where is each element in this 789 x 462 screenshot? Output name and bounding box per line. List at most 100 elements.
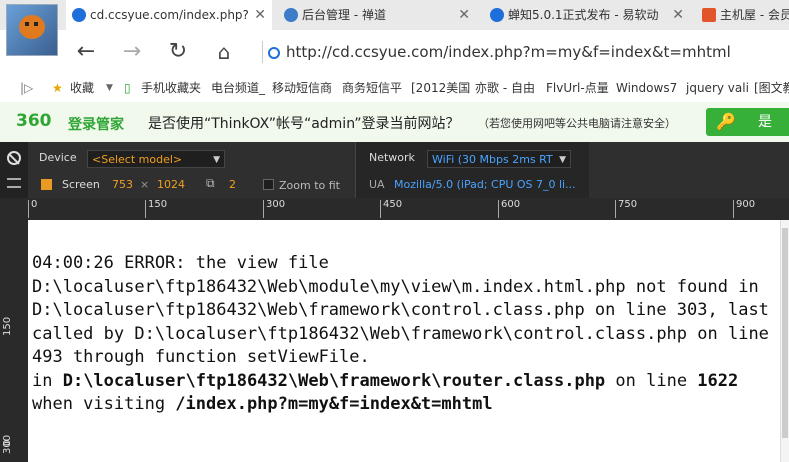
page-icon (268, 46, 280, 59)
yes-label: 是 (758, 114, 772, 130)
url-text: http://cd.ccsyue.com/index.php?m=my&f=in… (286, 43, 731, 61)
bookmark-item[interactable]: 亦歌 - 自由 (475, 74, 535, 102)
close-icon[interactable]: ✕ (672, 0, 684, 30)
tab-current[interactable]: cd.ccsyue.com/index.php? ✕ (66, 0, 272, 30)
bookmark-item[interactable]: 移动短信商 (272, 74, 332, 102)
sidebar-toggle-icon[interactable]: |▷ (20, 74, 33, 102)
disable-emulation-icon[interactable] (7, 151, 21, 165)
ruler-label: 750 (618, 199, 638, 210)
ruler-tick (733, 200, 734, 218)
device-select[interactable]: <Select model> ▼ (87, 150, 225, 168)
home-icon[interactable]: ⌂ (210, 38, 238, 66)
ruler-label: 0 (31, 199, 38, 210)
dpr-input[interactable]: 2 (229, 178, 236, 191)
screen-label: Screen (62, 178, 100, 191)
chevron-down-icon: ▼ (559, 155, 566, 165)
star-icon: ★ (52, 81, 63, 95)
screen-checkbox[interactable] (41, 179, 52, 190)
chevron-down-icon[interactable]: ▼ (106, 74, 113, 102)
ruler-label: 300 (2, 434, 13, 454)
error-line: D:\localuser\ftp186432\Web\module\my\vie… (32, 276, 759, 297)
logo-text: 登录管家 (68, 117, 124, 133)
error-file: D:\localuser\ftp186432\Web\framework\rou… (62, 370, 606, 391)
error-prefix: in (32, 370, 63, 391)
close-icon[interactable]: ✕ (458, 0, 470, 30)
network-select-value: WiFi (30 Mbps 2ms RT (432, 153, 553, 166)
refresh-icon[interactable]: ↻ (164, 38, 192, 66)
swap-dimensions-icon[interactable]: ⧉ (206, 176, 215, 191)
divider (262, 41, 263, 63)
times-sign: × (140, 178, 150, 191)
tab-label: 后台管理 - 禅道 (302, 8, 386, 22)
chevron-down-icon: ▼ (213, 155, 220, 165)
logo-360: 360 (16, 111, 52, 131)
bookmark-item[interactable]: [图文教 (754, 74, 789, 102)
ruler-tick (145, 200, 146, 218)
phone-icon: ▯ (124, 81, 131, 95)
scrollbar-thumb[interactable] (782, 228, 788, 438)
tab-chanzhi[interactable]: 蝉知5.0.1正式发布 - 易软动 ✕ (484, 0, 690, 30)
tab-label: 蝉知5.0.1正式发布 - 易软动 (508, 8, 659, 22)
tab-zhujiwu[interactable]: 主机屋 - 会员 (696, 0, 789, 30)
close-icon[interactable]: ✕ (254, 0, 266, 30)
error-line-number: 1622 (697, 370, 739, 391)
zoom-label: Zoom to fit (279, 179, 340, 192)
bookmark-item[interactable]: [2012美国 (411, 74, 470, 102)
height-input[interactable]: 1024 (157, 178, 185, 191)
bookmark-item[interactable]: 手机收藏夹 (141, 74, 201, 102)
network-label: Network (369, 151, 415, 164)
width-input[interactable]: 753 (112, 178, 133, 191)
home-site-icon (702, 8, 716, 22)
bookmarks-bar: |▷ ★ 收藏 ▼ ▯ 手机收藏夹 电台频道_ 移动短信商 商务短信平 [201… (0, 74, 789, 103)
back-icon[interactable]: ← (72, 38, 100, 66)
tab-label: 主机屋 - 会员 (720, 8, 789, 22)
login-question: 是否使用“ThinkOX”帐号“admin”登录当前网站？ (148, 116, 460, 132)
ruler-tick (615, 200, 616, 218)
ruler-left: 0 150 300 (0, 198, 28, 462)
ruler-label: 450 (383, 199, 403, 210)
device-label: Device (39, 151, 77, 164)
bookmark-item[interactable]: 商务短信平 (342, 74, 402, 102)
ruler-tick (28, 200, 29, 218)
ruler-label: 150 (2, 316, 13, 336)
toolbar-left (0, 142, 28, 198)
tab-label: cd.ccsyue.com/index.php? (90, 8, 249, 22)
ruler-tick (380, 200, 381, 218)
menu-icon[interactable] (7, 178, 21, 188)
zentao-icon (284, 8, 298, 22)
page-viewport: 04:00:26 ERROR: the view file D:\localus… (28, 220, 789, 462)
ruler-label: 600 (501, 199, 521, 210)
network-select[interactable]: WiFi (30 Mbps 2ms RT ▼ (427, 150, 571, 168)
error-mid: on line (605, 370, 698, 391)
bookmark-item[interactable]: FlvUrl-点量 (546, 74, 609, 102)
ruler-label: 900 (736, 199, 756, 210)
device-select-value: <Select model> (92, 153, 183, 166)
zoom-checkbox[interactable] (263, 179, 274, 190)
ruler-tick (498, 200, 499, 218)
ruler-label: 150 (148, 199, 168, 210)
scrollbar[interactable] (780, 220, 789, 462)
bookmark-favorites[interactable]: 收藏 (70, 74, 94, 102)
login-banner: 360 登录管家 是否使用“ThinkOX”帐号“admin”登录当前网站？ （… (0, 102, 789, 143)
error-line: 493 through function setViewFile. (32, 347, 370, 367)
tab-bar: cd.ccsyue.com/index.php? ✕ 后台管理 - 禅道 ✕ 蝉… (0, 0, 789, 30)
ruler-tick (263, 200, 264, 218)
pumpkin-icon (19, 15, 45, 39)
ua-input[interactable]: Mozilla/5.0 (iPad; CPU OS 7_0 li... (394, 178, 576, 191)
yes-button[interactable]: 🔑 是 (706, 108, 789, 136)
forward-icon[interactable]: → (118, 38, 146, 66)
key-icon: 🔑 (716, 112, 736, 131)
tab-zentao[interactable]: 后台管理 - 禅道 ✕ (278, 0, 476, 30)
ruler-top: 0 150 300 450 600 750 900 (28, 198, 789, 220)
ua-label: UA (369, 178, 385, 191)
error-line: called by D:\localuser\ftp186432\Web\fra… (32, 323, 769, 344)
error-message: 04:00:26 ERROR: the view file D:\localus… (32, 252, 789, 417)
edge-icon (72, 8, 86, 22)
bookmark-item[interactable]: jquery vali (686, 74, 749, 102)
address-bar[interactable]: http://cd.ccsyue.com/index.php?m=my&f=in… (262, 37, 789, 67)
error-line: D:\localuser\ftp186432\Web\framework\con… (32, 300, 769, 320)
avatar[interactable] (6, 4, 58, 56)
bookmark-item[interactable]: Windows7 (616, 74, 677, 102)
error-line: 04:00:26 ERROR: the view file (32, 253, 329, 273)
bookmark-item[interactable]: 电台频道_ (211, 74, 265, 102)
